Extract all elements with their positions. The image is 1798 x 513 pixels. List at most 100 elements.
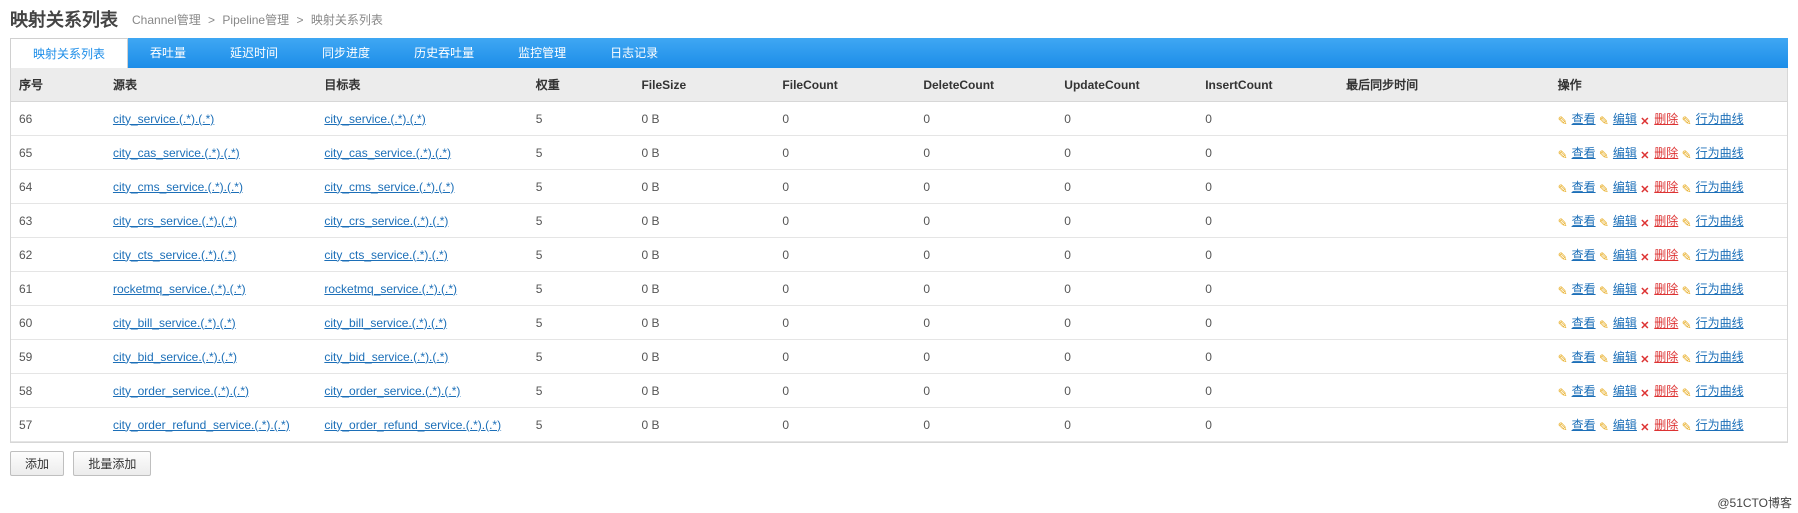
view-link[interactable]: 查看 [1572,180,1596,194]
tab-4[interactable]: 历史吞吐量 [392,38,496,68]
cell-lastsync [1338,340,1549,374]
pencil-icon [1599,148,1611,160]
edit-link[interactable]: 编辑 [1613,384,1637,398]
cell-weight: 5 [528,136,634,170]
delete-icon [1640,352,1652,364]
src-link[interactable]: city_order_service.(.*).(.*) [113,384,249,398]
curve-link[interactable]: 行为曲线 [1696,384,1744,398]
cell-insertcount: 0 [1197,272,1338,306]
curve-link[interactable]: 行为曲线 [1696,418,1744,432]
edit-link[interactable]: 编辑 [1613,248,1637,262]
delete-link[interactable]: 删除 [1654,350,1678,364]
dst-link[interactable]: city_bill_service.(.*).(.*) [324,316,447,330]
pencil-icon [1558,250,1570,262]
src-link[interactable]: city_bill_service.(.*).(.*) [113,316,236,330]
table-row: 57city_order_refund_service.(.*).(.*)cit… [11,408,1787,442]
delete-link[interactable]: 删除 [1654,418,1678,432]
dst-link[interactable]: city_bid_service.(.*).(.*) [324,350,448,364]
batch-add-button[interactable]: 批量添加 [73,451,151,476]
src-link[interactable]: city_bid_service.(.*).(.*) [113,350,237,364]
curve-link[interactable]: 行为曲线 [1696,214,1744,228]
dst-link[interactable]: city_crs_service.(.*).(.*) [324,214,448,228]
src-link[interactable]: rocketmq_service.(.*).(.*) [113,282,246,296]
cell-lastsync [1338,238,1549,272]
src-link[interactable]: city_cas_service.(.*).(.*) [113,146,240,160]
cell-deletecount: 0 [915,238,1056,272]
pencil-icon [1599,182,1611,194]
dst-link[interactable]: city_service.(.*).(.*) [324,112,425,126]
view-link[interactable]: 查看 [1572,316,1596,330]
tab-0[interactable]: 映射关系列表 [10,38,128,68]
curve-link[interactable]: 行为曲线 [1696,282,1744,296]
cell-lastsync [1338,306,1549,340]
edit-link[interactable]: 编辑 [1613,180,1637,194]
col-filesize: FileSize [633,68,774,102]
view-link[interactable]: 查看 [1572,350,1596,364]
cell-filesize: 0 B [633,102,774,136]
delete-link[interactable]: 删除 [1654,316,1678,330]
tab-6[interactable]: 日志记录 [588,38,680,68]
view-link[interactable]: 查看 [1572,384,1596,398]
col-filecount: FileCount [774,68,915,102]
pencil-icon [1558,114,1570,126]
pencil-icon [1682,250,1694,262]
view-link[interactable]: 查看 [1572,146,1596,160]
cell-filecount: 0 [774,272,915,306]
cell-updatecount: 0 [1056,408,1197,442]
dst-link[interactable]: city_order_refund_service.(.*).(.*) [324,418,501,432]
breadcrumb-pipeline[interactable]: Pipeline管理 [222,13,289,27]
delete-link[interactable]: 删除 [1654,112,1678,126]
cell-lastsync [1338,272,1549,306]
tab-2[interactable]: 延迟时间 [208,38,300,68]
cell-deletecount: 0 [915,306,1056,340]
table-row: 62city_cts_service.(.*).(.*)city_cts_ser… [11,238,1787,272]
curve-link[interactable]: 行为曲线 [1696,316,1744,330]
src-link[interactable]: city_cms_service.(.*).(.*) [113,180,243,194]
src-link[interactable]: city_crs_service.(.*).(.*) [113,214,237,228]
delete-link[interactable]: 删除 [1654,282,1678,296]
delete-link[interactable]: 删除 [1654,214,1678,228]
tab-5[interactable]: 监控管理 [496,38,588,68]
src-link[interactable]: city_order_refund_service.(.*).(.*) [113,418,290,432]
view-link[interactable]: 查看 [1572,248,1596,262]
cell-updatecount: 0 [1056,306,1197,340]
tab-1[interactable]: 吞吐量 [128,38,208,68]
add-button[interactable]: 添加 [10,451,64,476]
dst-link[interactable]: rocketmq_service.(.*).(.*) [324,282,457,296]
curve-link[interactable]: 行为曲线 [1696,248,1744,262]
curve-link[interactable]: 行为曲线 [1696,146,1744,160]
cell-seq: 60 [11,306,105,340]
delete-link[interactable]: 删除 [1654,248,1678,262]
pencil-icon [1682,182,1694,194]
view-link[interactable]: 查看 [1572,112,1596,126]
edit-link[interactable]: 编辑 [1613,316,1637,330]
cell-filesize: 0 B [633,306,774,340]
edit-link[interactable]: 编辑 [1613,282,1637,296]
edit-link[interactable]: 编辑 [1613,112,1637,126]
delete-link[interactable]: 删除 [1654,384,1678,398]
view-link[interactable]: 查看 [1572,418,1596,432]
curve-link[interactable]: 行为曲线 [1696,350,1744,364]
cell-ops: 查看 编辑 删除 行为曲线 [1550,238,1787,272]
pencil-icon [1558,386,1570,398]
view-link[interactable]: 查看 [1572,282,1596,296]
dst-link[interactable]: city_cas_service.(.*).(.*) [324,146,451,160]
curve-link[interactable]: 行为曲线 [1696,112,1744,126]
edit-link[interactable]: 编辑 [1613,350,1637,364]
src-link[interactable]: city_cts_service.(.*).(.*) [113,248,236,262]
dst-link[interactable]: city_order_service.(.*).(.*) [324,384,460,398]
delete-link[interactable]: 删除 [1654,146,1678,160]
src-link[interactable]: city_service.(.*).(.*) [113,112,214,126]
tab-3[interactable]: 同步进度 [300,38,392,68]
edit-link[interactable]: 编辑 [1613,418,1637,432]
curve-link[interactable]: 行为曲线 [1696,180,1744,194]
dst-link[interactable]: city_cts_service.(.*).(.*) [324,248,447,262]
view-link[interactable]: 查看 [1572,214,1596,228]
dst-link[interactable]: city_cms_service.(.*).(.*) [324,180,454,194]
edit-link[interactable]: 编辑 [1613,214,1637,228]
edit-link[interactable]: 编辑 [1613,146,1637,160]
breadcrumb-channel[interactable]: Channel管理 [132,13,201,27]
delete-link[interactable]: 删除 [1654,180,1678,194]
cell-insertcount: 0 [1197,204,1338,238]
pencil-icon [1599,386,1611,398]
